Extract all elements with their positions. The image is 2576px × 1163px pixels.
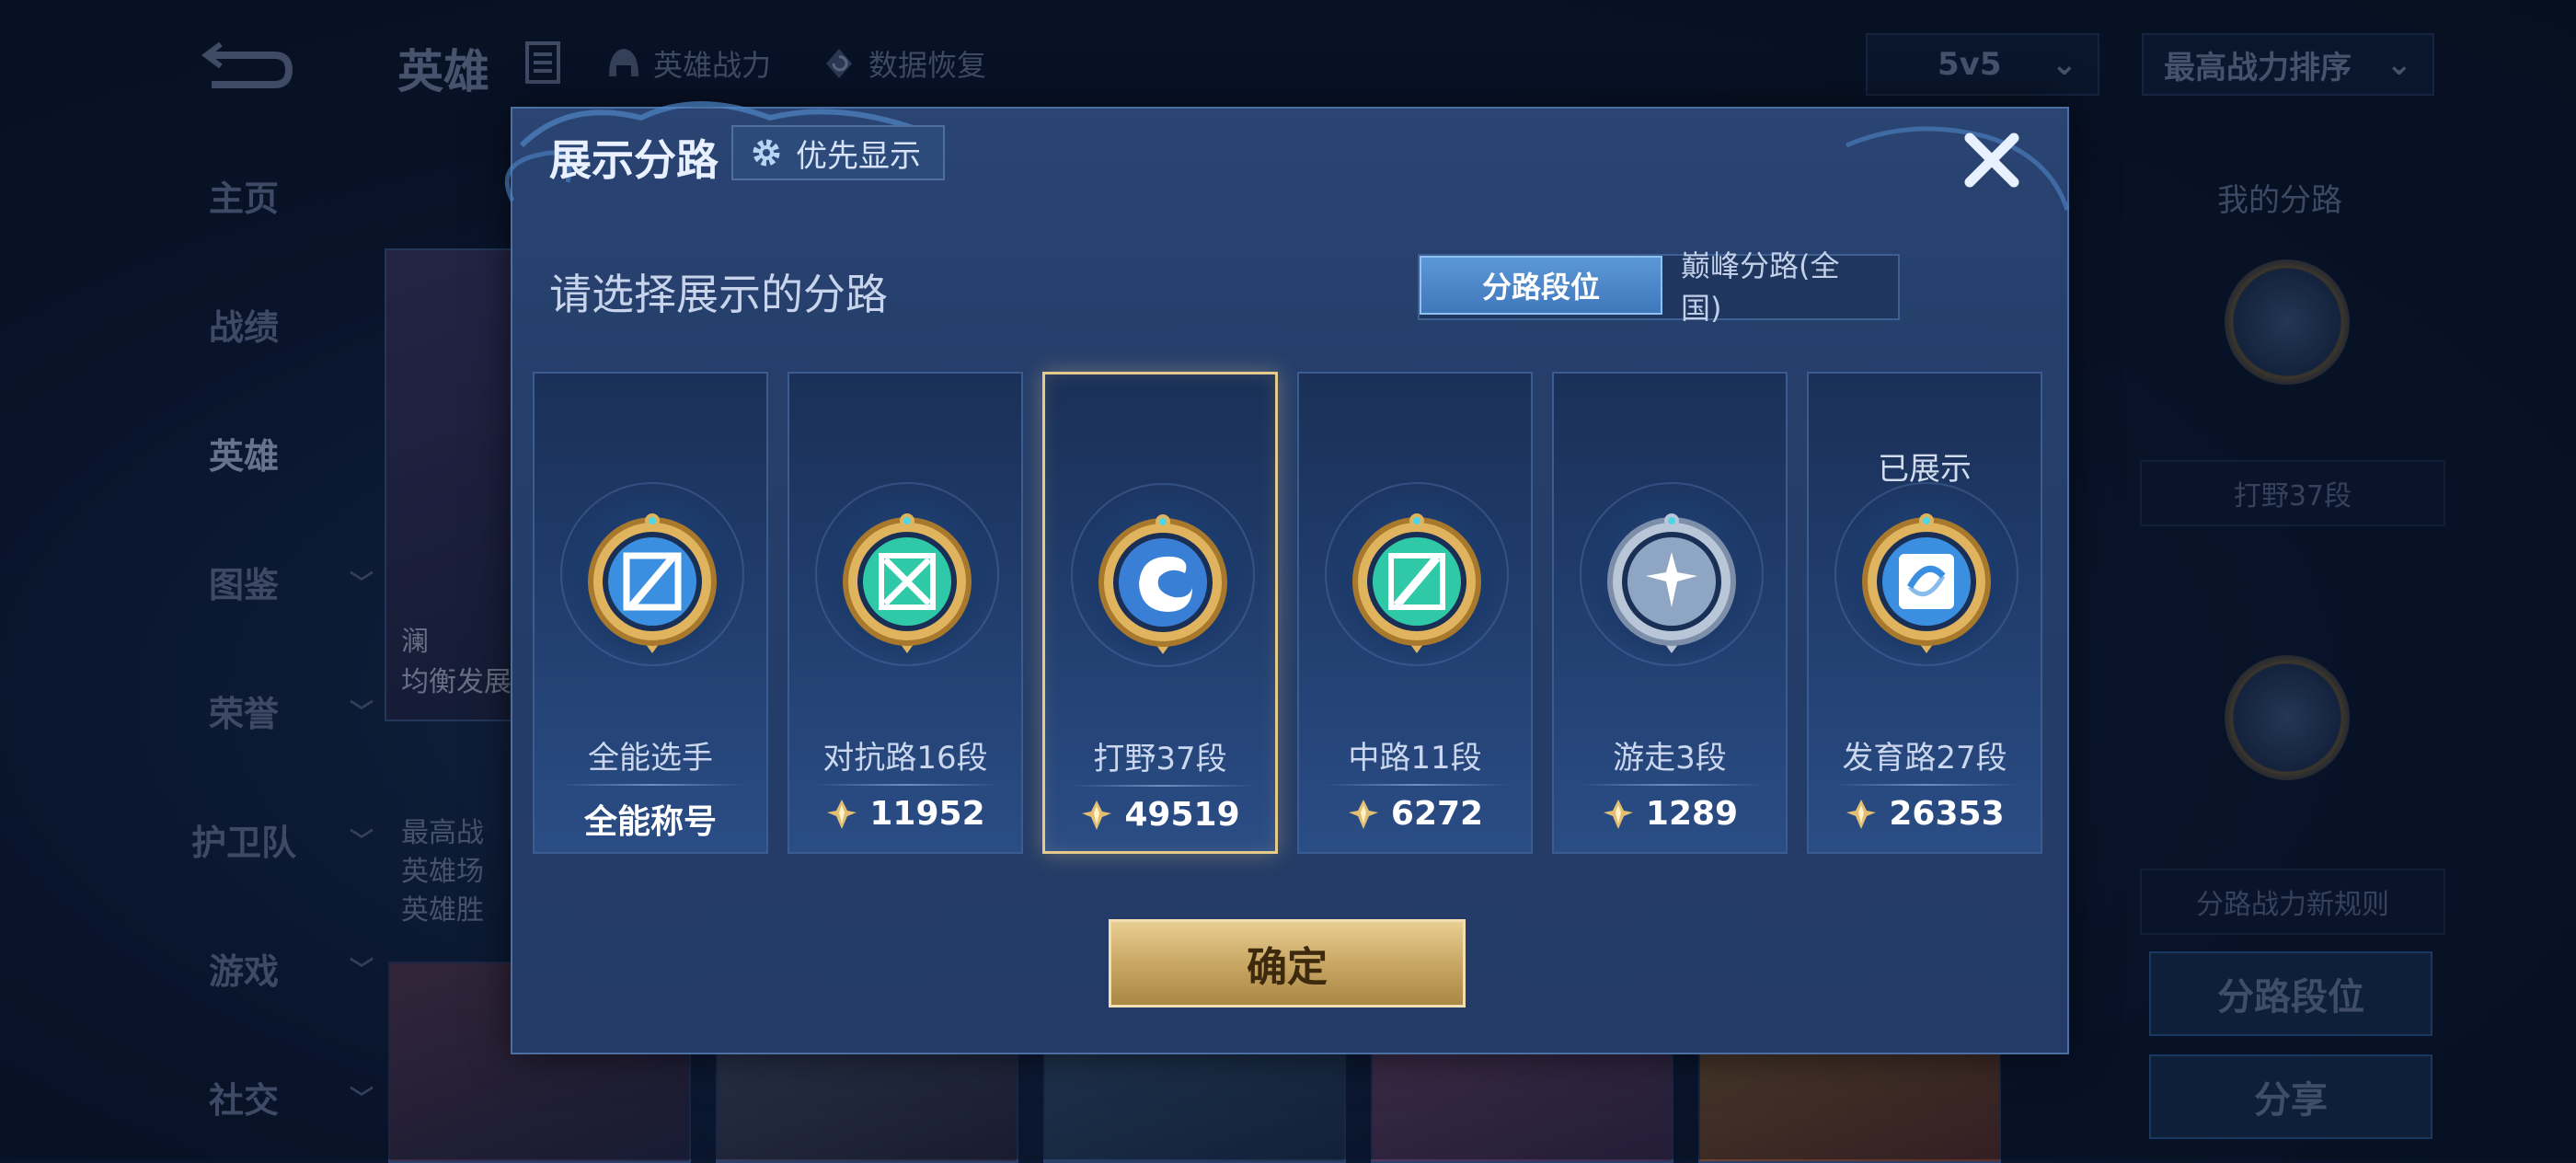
tab-peak-lane-national[interactable]: 巅峰分路(全国) (1662, 248, 1898, 326)
dialog-subtitle: 请选择展示的分路 (549, 270, 888, 319)
lane-name: 全能选手 (588, 740, 713, 777)
close-icon[interactable] (1957, 125, 2027, 195)
power-icon (1846, 799, 1877, 829)
lane-card[interactable]: 全能选手 全能称号 (533, 372, 768, 854)
divider (1834, 784, 2018, 786)
divider (1580, 784, 1764, 786)
lane-power: 1289 (1554, 795, 1786, 833)
power-icon (1348, 799, 1378, 829)
priority-display-label: 优先显示 (796, 137, 921, 175)
divider (560, 784, 744, 786)
lane-power-value: 全能称号 (583, 803, 717, 841)
lane-display-dialog: 展示分路 优先显示 请选择展示的分路 分路段位 巅峰分路(全国) 全能选手全能称… (504, 101, 2070, 1054)
gear-icon (753, 139, 780, 167)
lane-power-value: 26353 (1889, 795, 2005, 833)
all-round-emblem-icon (588, 513, 717, 653)
divider (815, 784, 999, 786)
lane-power-value: 49519 (1124, 796, 1240, 834)
lane-card[interactable]: 已展示 发育路27段 26353 (1807, 372, 2042, 854)
lane-name: 打野37段 (1093, 741, 1227, 777)
rank-type-tabs: 分路段位 巅峰分路(全国) (1418, 248, 1900, 326)
lane-card[interactable]: 打野37段 49519 (1042, 372, 1278, 854)
jungle-emblem-icon (1098, 514, 1227, 654)
lane-card[interactable]: 游走3段 1289 (1552, 372, 1788, 854)
divider (1071, 785, 1255, 787)
power-icon (827, 799, 857, 829)
lane-power: 全能称号 (535, 795, 766, 843)
confirm-button[interactable]: 确定 (1109, 919, 1466, 1008)
lane-card[interactable]: 中路11段 6272 (1297, 372, 1533, 854)
lane-power: 49519 (1045, 796, 1275, 834)
lane-power: 6272 (1299, 795, 1531, 833)
clash-lane-emblem-icon (843, 513, 972, 653)
lane-power: 26353 (1809, 795, 2041, 833)
lane-power: 11952 (789, 795, 1021, 833)
tab-lane-rank[interactable]: 分路段位 (1420, 256, 1662, 315)
dialog-title: 展示分路 (549, 135, 719, 185)
lane-name: 对抗路16段 (822, 740, 988, 777)
power-icon (1082, 800, 1112, 830)
lane-card[interactable]: 对抗路16段 11952 (788, 372, 1023, 854)
lane-name: 中路11段 (1348, 740, 1482, 777)
lane-name: 发育路27段 (1842, 740, 2007, 777)
lane-name: 游走3段 (1613, 740, 1727, 777)
mid-lane-emblem-icon (1352, 513, 1481, 653)
roam-emblem-icon (1607, 513, 1736, 653)
lane-power-value: 6272 (1390, 795, 1484, 833)
power-icon (1603, 799, 1633, 829)
divider (1325, 784, 1509, 786)
farm-lane-emblem-icon (1862, 513, 1991, 653)
lane-card-list: 全能选手 全能称号 对抗路16段 11952 打野37段 49519 中路11段 6272 游走… (533, 372, 2046, 854)
priority-display-button[interactable]: 优先显示 (731, 125, 945, 180)
lane-power-value: 11952 (869, 795, 985, 833)
lane-power-value: 1289 (1645, 795, 1739, 833)
